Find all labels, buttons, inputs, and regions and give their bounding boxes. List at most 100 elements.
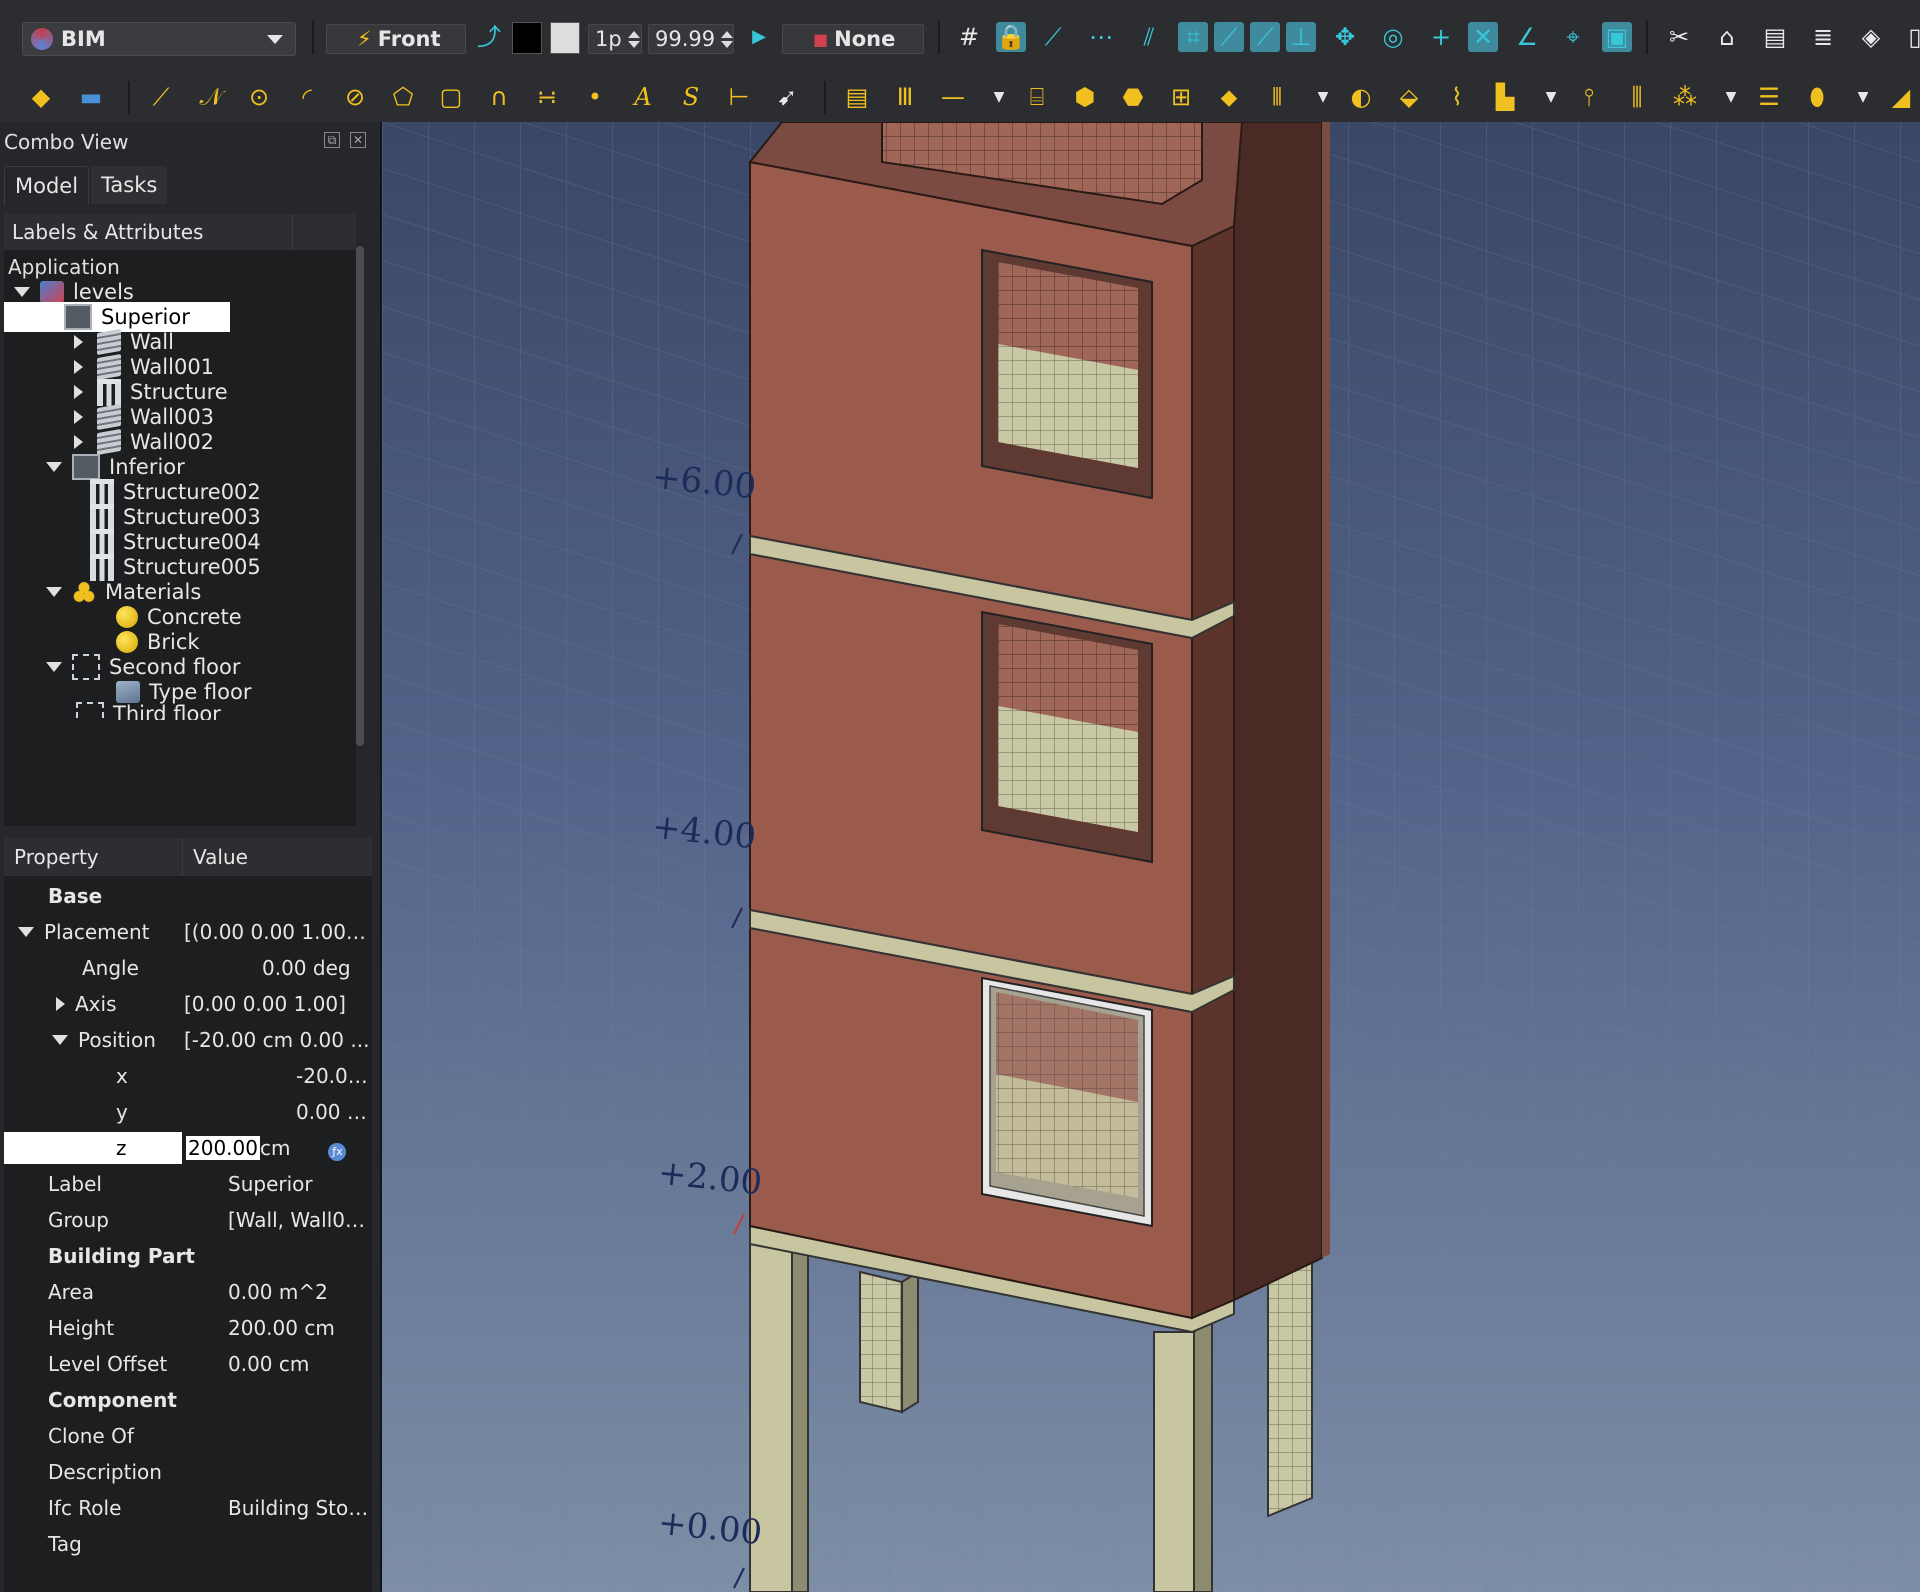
space-icon[interactable]: ⬢ [1070,82,1100,112]
property-row-x[interactable]: x -20.00 cm [4,1058,372,1094]
panel-icon[interactable]: ⫼ [1622,82,1652,112]
draft-tray-icon[interactable]: ◆ [26,82,56,112]
expression-icon[interactable]: ƒx [328,1142,347,1161]
wire-icon[interactable]: 𝒩 [196,82,226,112]
rebar-icon[interactable]: ⫯ [1574,82,1604,112]
snap-dimensions-icon[interactable]: ⌖ [1558,22,1588,52]
expand-arrow-icon[interactable] [74,385,83,399]
tree-scrollbar[interactable] [356,246,364,746]
property-row-label[interactable]: Label Superior [4,1166,372,1202]
collapse-arrow-icon[interactable] [46,587,62,597]
property-row-placement[interactable]: Placement [(0.00 0.00 1.00); ... [4,914,372,950]
spin-arrows-icon[interactable] [721,31,733,48]
layers-icon[interactable]: ≣ [1808,22,1838,52]
window-second[interactable] [981,610,1153,864]
working-plane-icon[interactable]: ⤴ [474,22,504,52]
building-part-icon[interactable]: ⌸ [1022,82,1052,112]
side-wall[interactable] [1191,224,1235,1320]
snap-special-icon[interactable]: ✥ [1330,22,1360,52]
property-row-position[interactable]: Position [-20.00 cm 0.00 ... [4,1022,372,1058]
pipe-icon[interactable]: ▙ [1490,82,1520,112]
grid-icon[interactable]: # [954,22,984,52]
ellipse-icon[interactable]: ⊘ [340,82,370,112]
collapse-arrow-icon[interactable] [52,1035,68,1045]
chevron-down-icon[interactable]: ▼ [1848,82,1878,112]
property-row-tag[interactable]: Tag [4,1526,372,1562]
beam-icon[interactable]: — [938,82,968,112]
expand-arrow-icon[interactable] [74,435,83,449]
workbench-selector[interactable]: BIM [22,22,296,56]
snap-near-icon[interactable]: ⟋ [1214,22,1244,52]
text-icon[interactable]: A [628,82,658,112]
snap-lock-icon[interactable]: 🔒 [996,22,1026,52]
tree-item-third-floor[interactable]: Third floor [76,702,221,720]
column-icon[interactable]: ⫴ [1262,82,1292,112]
snap-extension-icon[interactable]: ⟋ [1250,22,1280,52]
float-panel-icon[interactable]: ⧉ [324,132,340,148]
point-icon[interactable]: • [580,82,610,112]
snap-parallel-icon[interactable]: ⫽ [1134,22,1164,52]
line-icon[interactable]: ⟋ [146,82,176,112]
snap-perpendicular-icon[interactable]: ⊥ [1286,22,1316,52]
dimension-icon[interactable]: ⊢ [724,82,754,112]
chevron-down-icon[interactable]: ▼ [1716,82,1746,112]
property-group-base[interactable]: Base [4,878,372,914]
chevron-down-icon[interactable]: ▼ [984,82,1014,112]
snap-angle-icon[interactable]: ∠ [1512,22,1542,52]
3d-viewport[interactable]: +6.00 +4.00 +2.00 +0.00 [382,122,1920,1592]
property-row-level-offset[interactable]: Level Offset 0.00 cm [4,1346,372,1382]
property-row-z[interactable]: z 200.00 cm ƒx [4,1130,372,1166]
property-row-ifc-role[interactable]: Ifc Role Building Storey [4,1490,372,1526]
snap-intersection-icon[interactable]: ✕ [1468,22,1498,52]
snap-endpoint-icon[interactable]: ⟋ [1038,22,1068,52]
shapestring-icon[interactable]: S [676,82,706,112]
chevron-down-icon[interactable]: ▼ [1308,82,1338,112]
model-tree[interactable]: Labels & Attributes Application levels S… [4,214,356,826]
window-first[interactable] [981,976,1153,1228]
quantities-icon[interactable]: ⬮ [1802,82,1832,112]
site-icon[interactable]: ▤ [1760,22,1790,52]
expand-arrow-icon[interactable] [56,997,65,1011]
expand-arrow-icon[interactable] [74,360,83,374]
collapse-arrow-icon[interactable] [14,287,30,297]
collapse-arrow-icon[interactable] [46,662,62,672]
folder-icon[interactable]: ▬ [76,82,106,112]
slab-icon[interactable]: ⬣ [1118,82,1148,112]
property-group-building-part[interactable]: Building Part [4,1238,372,1274]
property-row-height[interactable]: Height 200.00 cm [4,1310,372,1346]
tools-icon[interactable]: ✂ [1664,22,1694,52]
snap-style-button[interactable]: ■ None [782,24,924,54]
snap-midpoint-icon[interactable]: ⋯ [1086,22,1116,52]
arc-icon[interactable]: ◜ [292,82,322,112]
tab-model[interactable]: Model [4,166,90,205]
property-row-area[interactable]: Area 0.00 m^2 [4,1274,372,1310]
collapse-arrow-icon[interactable] [46,462,62,472]
property-row-clone-of[interactable]: Clone Of [4,1418,372,1454]
building-icon[interactable]: ⌂ [1712,22,1742,52]
line-color-swatch[interactable] [512,22,542,54]
snap-center-icon[interactable]: ◎ [1378,22,1408,52]
building-model[interactable] [382,122,1920,1592]
more-icon[interactable]: ▯ [1900,22,1920,52]
wall-icon[interactable]: ▤ [842,82,872,112]
chevron-down-icon[interactable]: ▼ [1536,82,1566,112]
snap-working-plane-icon[interactable]: ▣ [1602,22,1632,52]
property-row-angle[interactable]: Angle 0.00 deg [4,950,372,986]
window-third[interactable] [981,248,1153,500]
structure-icon[interactable]: Ⅲ [890,82,920,112]
column-front-right[interactable] [1153,1331,1195,1592]
roof-icon[interactable]: ◐ [1346,82,1376,112]
font-size-spinbox[interactable]: 99.99 [648,24,734,54]
label-icon[interactable]: ➹ [772,82,802,112]
bspline-icon[interactable]: ∩ [484,82,514,112]
apply-style-icon[interactable]: ▶ [744,22,774,52]
property-row-axis[interactable]: Axis [0.00 0.00 1.00] [4,986,372,1022]
property-row-y[interactable]: y 0.00 cm [4,1094,372,1130]
property-row-group[interactable]: Group [Wall, Wall001, St... [4,1202,372,1238]
circle-icon[interactable]: ⊙ [244,82,274,112]
tab-tasks[interactable]: Tasks [91,166,168,204]
render-icon[interactable]: ◈ [1856,22,1886,52]
view-preset-button[interactable]: ⚡ Front [326,24,466,54]
value-column-header[interactable]: Value [183,838,248,876]
property-row-description[interactable]: Description [4,1454,372,1490]
